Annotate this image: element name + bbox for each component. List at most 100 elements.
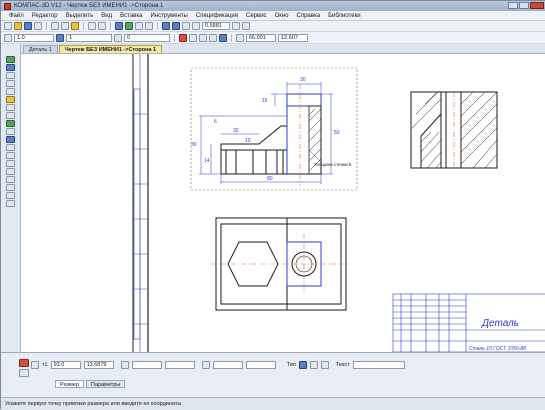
step-icon[interactable]	[114, 33, 122, 42]
menu-libraries[interactable]: Библиотеки	[328, 13, 361, 19]
linear-dim-icon[interactable]	[6, 152, 15, 159]
macro-tool-icon[interactable]	[6, 144, 15, 151]
paste-icon[interactable]	[71, 22, 79, 30]
app-icon	[4, 2, 11, 10]
save-icon[interactable]	[24, 22, 32, 30]
dim-3: 32	[233, 128, 239, 134]
tab-parameters[interactable]: Параметры	[85, 380, 126, 388]
t2-y-field[interactable]	[164, 361, 195, 369]
tab-drawing[interactable]: Чертеж БЕЗ ИМЕНИ1 ->Сторона 1	[58, 45, 163, 53]
t1-y-field[interactable]: 13.6879	[83, 361, 114, 369]
t1-x-field[interactable]: 93.0	[50, 361, 81, 369]
scale-field[interactable]: 1.0	[14, 33, 54, 42]
menu-view[interactable]: Вид	[101, 13, 112, 19]
layer-field[interactable]: 1	[66, 33, 112, 42]
layer-icon[interactable]	[56, 33, 64, 42]
dim-8: 80	[267, 176, 273, 182]
type-vertical-icon[interactable]	[309, 361, 318, 369]
side-stamp	[133, 88, 141, 340]
menu-select[interactable]: Выделить	[66, 13, 94, 19]
parametrization-tool-icon[interactable]	[6, 88, 15, 95]
zoom-window-icon[interactable]	[182, 22, 190, 30]
maximize-button[interactable]	[519, 2, 529, 9]
designations-tool-icon[interactable]	[6, 72, 15, 79]
edit-tool-icon[interactable]	[6, 80, 15, 87]
type-horizontal-icon[interactable]	[298, 361, 307, 369]
step-field[interactable]: 0	[124, 33, 170, 42]
print-icon[interactable]	[34, 22, 42, 30]
pan-icon[interactable]	[232, 22, 240, 30]
text-field[interactable]	[352, 361, 405, 369]
chain-dim-icon[interactable]	[6, 200, 15, 207]
insert-tool-icon[interactable]	[6, 136, 15, 143]
snap-icon[interactable]	[179, 33, 187, 42]
menu-help[interactable]: Справка	[297, 13, 321, 19]
close-button[interactable]	[530, 2, 544, 9]
zoom-field[interactable]: 0.5881	[202, 22, 230, 30]
tab-size[interactable]: Размер	[55, 380, 84, 388]
t2-x-field[interactable]	[131, 361, 162, 369]
undo-icon[interactable]	[88, 22, 96, 30]
coord-icon	[236, 33, 244, 42]
local-cs-icon[interactable]	[209, 33, 217, 42]
new-file-icon[interactable]	[4, 22, 12, 30]
drawing-canvas[interactable]: 30 16 32 30 14 6 50 80 10 Толщина стенки…	[21, 54, 545, 352]
menu-service[interactable]: Сервис	[246, 13, 267, 19]
panel-pin-icon[interactable]	[31, 361, 39, 369]
menu-window[interactable]: Окно	[275, 13, 289, 19]
t2-icon[interactable]	[120, 361, 129, 369]
diameter-dim-icon[interactable]	[6, 160, 15, 167]
coord-y-field[interactable]: 12.607	[278, 33, 308, 42]
drawing-sheet: 30 16 32 30 14 6 50 80 10 Толщина стенки…	[132, 54, 545, 352]
measure-tool-icon[interactable]	[6, 96, 15, 103]
help-icon[interactable]	[145, 22, 153, 30]
zoom-in-icon[interactable]	[162, 22, 170, 30]
type-parallel-icon[interactable]	[320, 361, 329, 369]
t1-label: т1	[42, 362, 48, 368]
variables-icon[interactable]	[135, 22, 143, 30]
round-icon[interactable]	[219, 33, 227, 42]
t3-icon[interactable]	[201, 361, 210, 369]
t3-x-field[interactable]	[212, 361, 243, 369]
radial-dim-icon[interactable]	[6, 168, 15, 175]
document-tabs: Деталь 1 Чертеж БЕЗ ИМЕНИ1 ->Сторона 1	[21, 44, 545, 54]
side-stamp-cells	[134, 113, 148, 325]
state-icon	[4, 33, 12, 42]
cut-icon[interactable]	[51, 22, 59, 30]
menu-file[interactable]: Файл	[9, 13, 24, 19]
redo-icon[interactable]	[98, 22, 106, 30]
dimensions-tool-icon[interactable]	[6, 64, 15, 71]
dim-5: 14	[204, 158, 210, 164]
properties-icon[interactable]	[115, 22, 123, 30]
menu-tools[interactable]: Инструменты	[150, 13, 187, 19]
stop-icon[interactable]	[19, 359, 29, 367]
auto-create-icon[interactable]	[19, 369, 29, 377]
front-view-selection	[190, 67, 358, 191]
height-dim-icon[interactable]	[6, 192, 15, 199]
angular-dim-icon[interactable]	[6, 176, 15, 183]
menu-editor[interactable]: Редактор	[32, 13, 58, 19]
title-block-name: Деталь	[481, 318, 519, 329]
open-file-icon[interactable]	[14, 22, 22, 30]
select-tool-icon[interactable]	[6, 104, 15, 111]
grid-icon[interactable]	[189, 33, 197, 42]
copy-icon[interactable]	[61, 22, 69, 30]
views-tool-icon[interactable]	[6, 112, 15, 119]
geometry-tool-icon[interactable]	[6, 56, 15, 63]
minimize-button[interactable]	[508, 2, 518, 9]
type-label: Тип	[286, 362, 296, 368]
zoom-all-icon[interactable]	[192, 22, 200, 30]
tab-detail[interactable]: Деталь 1	[23, 45, 58, 53]
menu-specification[interactable]: Спецификация	[196, 13, 238, 19]
ortho-icon[interactable]	[199, 33, 207, 42]
refresh-icon[interactable]	[242, 22, 250, 30]
arc-dim-icon[interactable]	[6, 184, 15, 191]
library-manager-icon[interactable]	[125, 22, 133, 30]
reports-tool-icon[interactable]	[6, 128, 15, 135]
spec-tool-icon[interactable]	[6, 120, 15, 127]
t3-y-field[interactable]	[245, 361, 276, 369]
zoom-out-icon[interactable]	[172, 22, 180, 30]
status-bar: Укажите первую точку привязки размера ил…	[1, 397, 545, 410]
menu-insert[interactable]: Вставка	[120, 13, 142, 19]
coord-x-field[interactable]: 66.991	[246, 33, 276, 42]
